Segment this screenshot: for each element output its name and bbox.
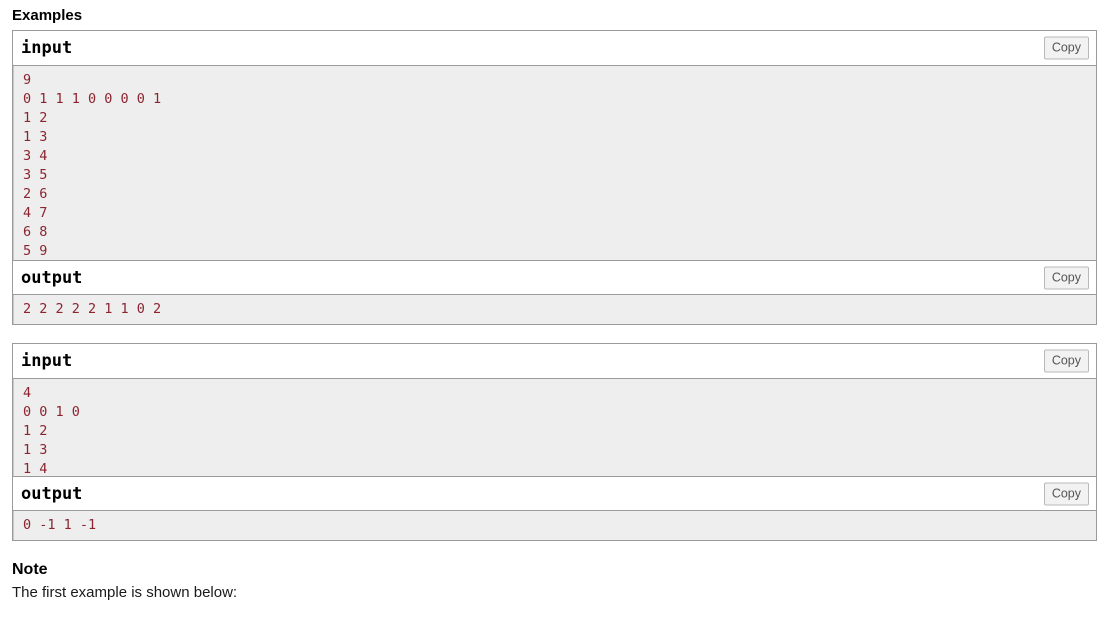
output-label: output — [21, 483, 83, 504]
copy-input-button-2[interactable]: Copy — [1043, 349, 1089, 373]
page-title: Examples — [12, 7, 83, 24]
output-header-2: output Copy — [13, 476, 1096, 511]
output-data-2[interactable]: 0 -1 1 -1 — [13, 511, 1096, 540]
output-label: output — [21, 267, 83, 288]
note-title: Note — [12, 561, 48, 578]
note-text: The first example is shown below: — [12, 584, 238, 601]
copy-input-button-1[interactable]: Copy — [1043, 36, 1089, 60]
output-data-1[interactable]: 2 2 2 2 2 1 1 0 2 — [13, 295, 1096, 324]
input-header-2: input Copy — [13, 344, 1096, 379]
input-label: input — [21, 351, 73, 371]
sample-test-2: input Copy 4 0 0 1 0 1 2 1 3 1 4 output … — [12, 343, 1097, 541]
input-data-1[interactable]: 9 0 1 1 1 0 0 0 0 1 1 2 1 3 3 4 3 5 2 6 … — [13, 66, 1096, 260]
input-label: input — [21, 38, 73, 58]
input-header-1: input Copy — [13, 31, 1096, 66]
input-data-2[interactable]: 4 0 0 1 0 1 2 1 3 1 4 — [13, 379, 1096, 476]
copy-output-button-2[interactable]: Copy — [1043, 482, 1089, 505]
copy-output-button-1[interactable]: Copy — [1043, 266, 1089, 289]
problem-statement-page: Examples input Copy 9 0 1 1 1 0 0 0 0 1 … — [0, 0, 1109, 603]
sample-test-1: input Copy 9 0 1 1 1 0 0 0 0 1 1 2 1 3 3… — [12, 30, 1097, 325]
output-header-1: output Copy — [13, 260, 1096, 295]
